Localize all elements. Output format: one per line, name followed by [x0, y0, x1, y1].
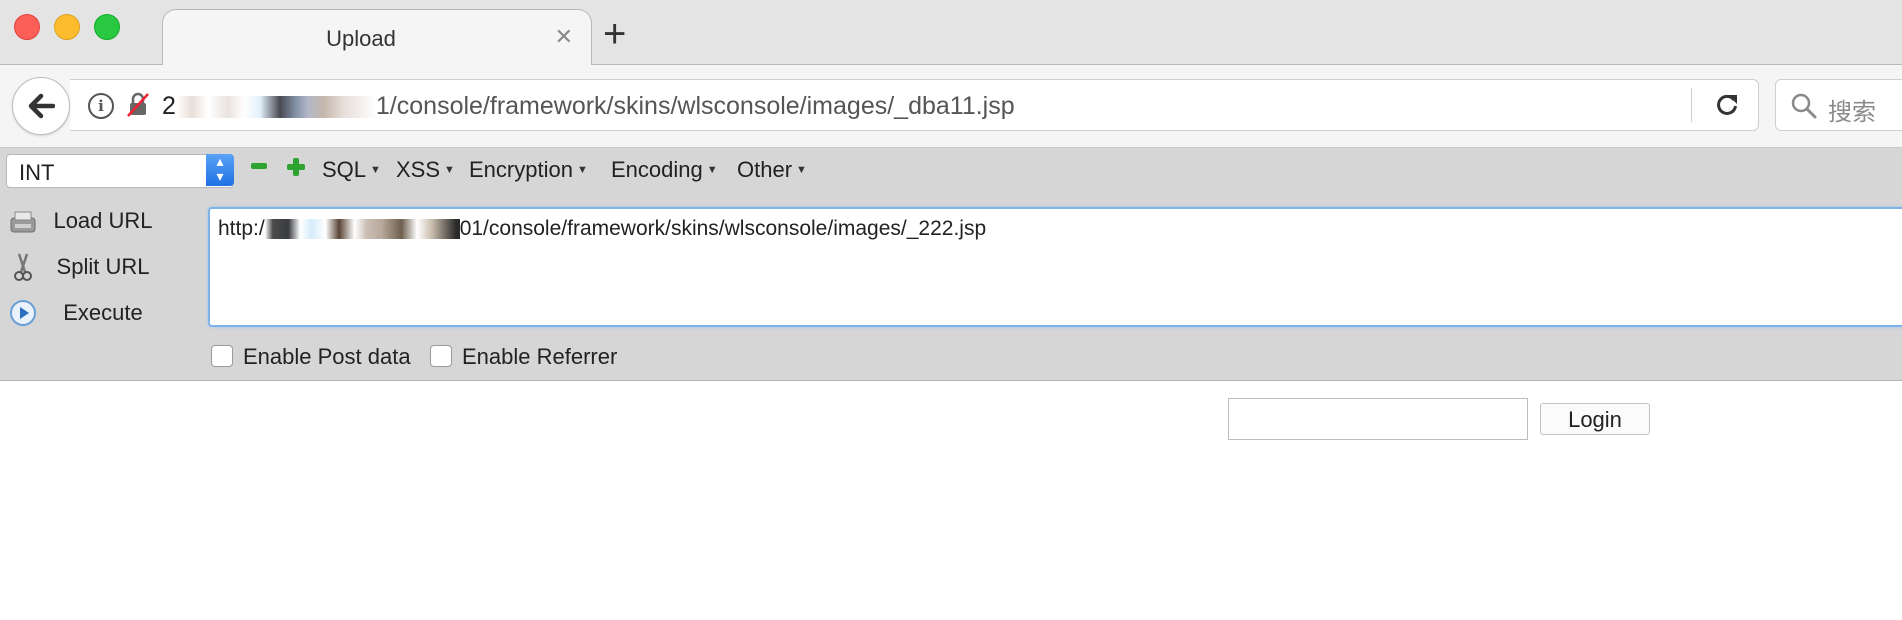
load-url-label: Load URL	[53, 208, 153, 233]
type-select[interactable]: INT ▴ ▾	[6, 154, 234, 188]
url-field-suffix: 01/console/framework/skins/wlsconsole/im…	[459, 217, 987, 240]
url-field-prefix: http:/	[218, 217, 265, 240]
menu-xss[interactable]: XSS ▼	[396, 157, 455, 183]
checkbox-box[interactable]	[430, 345, 452, 367]
menu-sql[interactable]: SQL ▼	[322, 157, 381, 183]
address-path: 1/console/framework/skins/wlsconsole/ima…	[375, 92, 1015, 120]
search-box[interactable]: 搜索	[1775, 79, 1902, 131]
execute-label: Execute	[63, 300, 143, 325]
caret-down-icon: ▼	[706, 164, 718, 176]
url-textarea-value: http:/ 01/console/framework/skins/wlscons…	[218, 217, 986, 241]
address-host: 2	[162, 92, 176, 120]
url-textarea[interactable]: http:/ 01/console/framework/skins/wlscons…	[208, 207, 1902, 327]
redacted-host	[175, 96, 376, 119]
caret-down-icon: ▼	[444, 164, 455, 176]
navigation-bar: i 2 1/console/framework/skins/wlsconsole/…	[0, 65, 1902, 148]
search-placeholder: 搜索	[1828, 99, 1876, 126]
execute-button[interactable]: Execute	[8, 294, 168, 330]
menu-encoding-label: Encoding	[611, 157, 703, 182]
menu-xss-label: XSS	[396, 157, 441, 182]
enable-post-data-checkbox[interactable]: Enable Post data	[211, 344, 411, 370]
tab-close-icon[interactable]: ✕	[555, 24, 573, 50]
info-icon[interactable]: i	[88, 93, 114, 119]
tab-bar: Upload ✕ +	[0, 0, 1902, 66]
play-icon	[10, 300, 36, 326]
menu-other-label: Other	[737, 157, 793, 182]
menu-encryption-label: Encryption	[469, 157, 573, 182]
search-icon	[1791, 93, 1817, 119]
url-bar[interactable]: i 2 1/console/framework/skins/wlsconsole/…	[70, 79, 1759, 131]
menu-other[interactable]: Other ▼	[737, 157, 807, 183]
tab-title: Upload	[326, 26, 396, 51]
hackbar-panel: INT ▴ ▾ SQL ▼ XSS ▼ Encryption ▼ Encoding ▼ O…	[0, 148, 1902, 381]
type-select-value: INT	[19, 160, 55, 185]
scissors-icon	[14, 253, 32, 281]
caret-down-icon: ▼	[576, 164, 588, 176]
load-url-icon	[10, 211, 36, 233]
redacted-host	[264, 219, 460, 240]
menu-encryption[interactable]: Encryption ▼	[469, 157, 588, 183]
back-button[interactable]	[12, 77, 70, 135]
enable-referrer-label: Enable Referrer	[462, 344, 618, 369]
login-button[interactable]: Login	[1540, 403, 1650, 435]
window-minimize-button[interactable]	[54, 14, 80, 40]
enable-referrer-checkbox[interactable]: Enable Referrer	[430, 344, 620, 370]
split-url-label: Split URL	[56, 254, 150, 279]
reload-icon[interactable]	[1714, 92, 1740, 118]
split-url-button[interactable]: Split URL	[8, 248, 168, 284]
address-text[interactable]: 2 1/console/framework/skins/wlsconsole/im…	[162, 92, 1015, 121]
caret-down-icon: ▼	[796, 164, 807, 176]
select-stepper-icon: ▴ ▾	[206, 154, 234, 186]
menu-encoding[interactable]: Encoding ▼	[611, 157, 718, 183]
insecure-lock-icon[interactable]	[125, 92, 151, 118]
menu-sql-label: SQL	[322, 157, 367, 182]
load-url-button[interactable]: Load URL	[8, 202, 168, 238]
decrement-button[interactable]	[251, 163, 267, 169]
enable-post-data-label: Enable Post data	[243, 344, 411, 369]
checkbox-box[interactable]	[211, 345, 233, 367]
window-close-button[interactable]	[14, 14, 40, 40]
back-arrow-icon	[28, 93, 55, 119]
caret-down-icon: ▼	[370, 164, 381, 176]
new-tab-button[interactable]: +	[603, 14, 626, 54]
login-input[interactable]	[1228, 398, 1528, 440]
increment-button[interactable]	[287, 158, 305, 176]
tab-upload[interactable]: Upload ✕	[162, 9, 592, 66]
url-separator	[1691, 88, 1692, 122]
window-maximize-button[interactable]	[94, 14, 120, 40]
